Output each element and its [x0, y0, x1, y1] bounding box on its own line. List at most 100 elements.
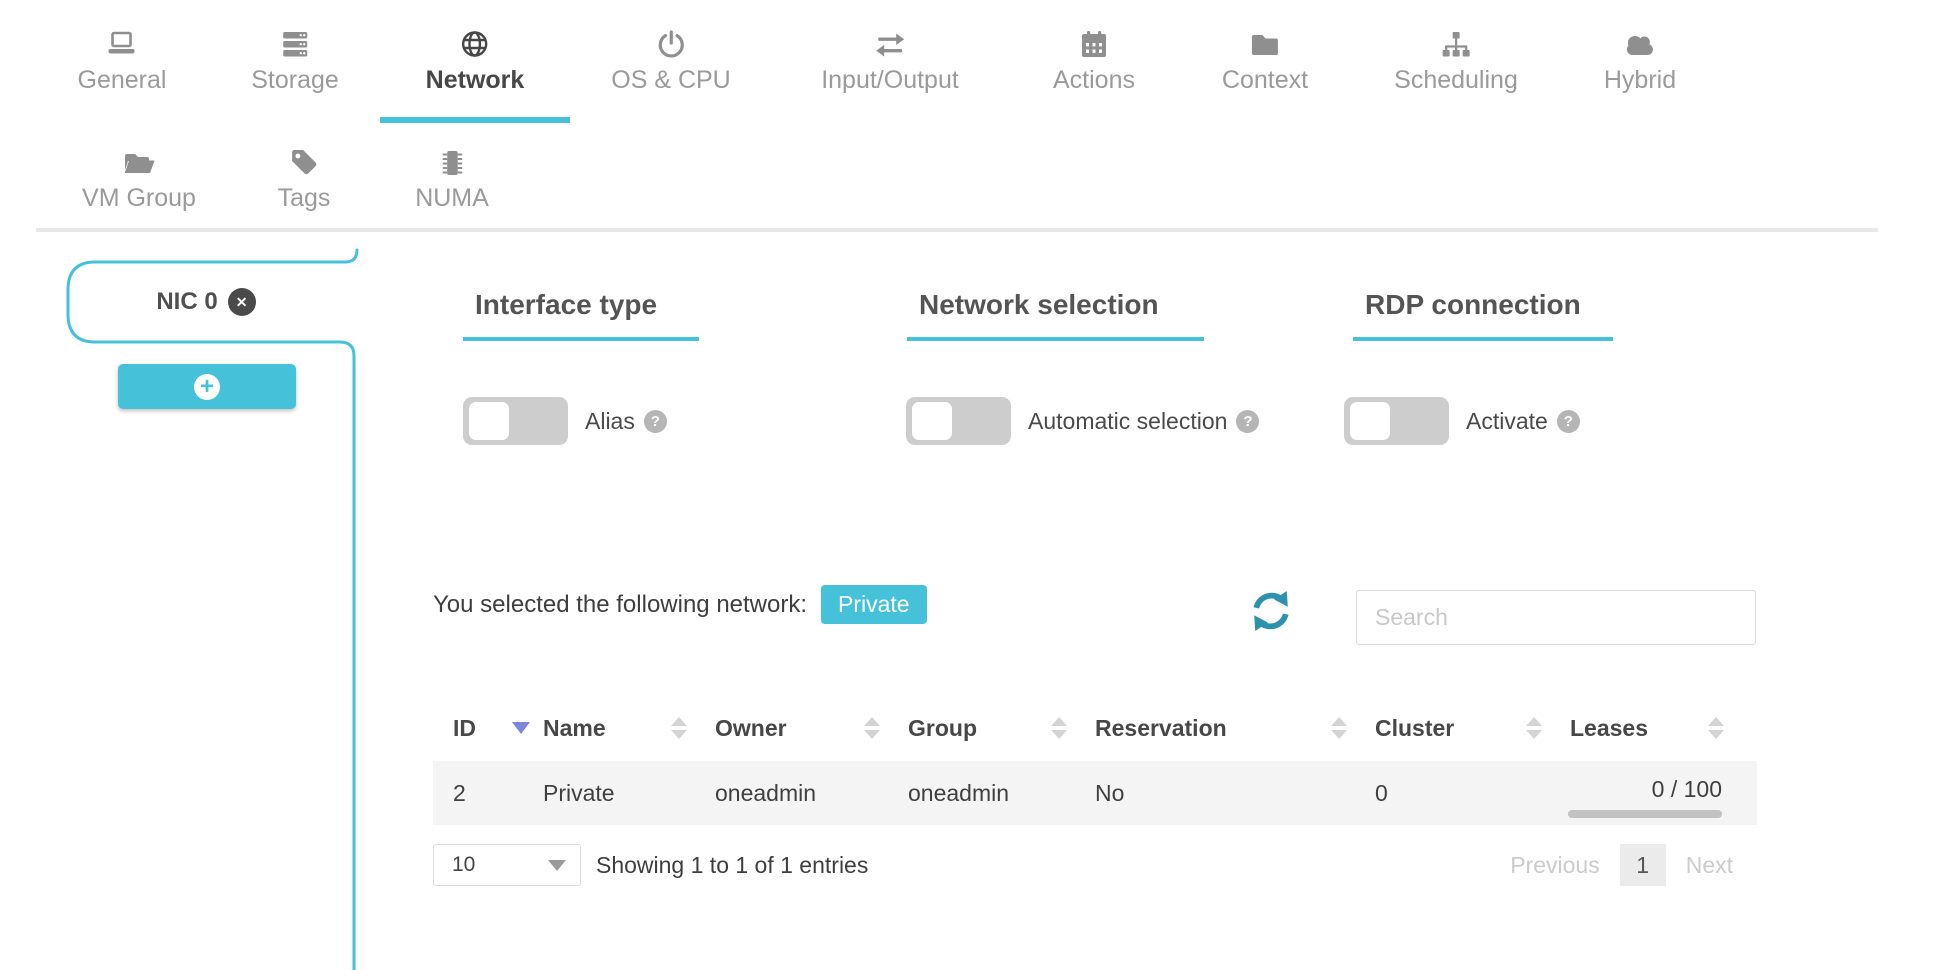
tab-os-cpu[interactable]: OS & CPU	[611, 26, 731, 95]
add-nic-button[interactable]: +	[118, 364, 296, 409]
network-selection-heading: Network selection	[907, 288, 1204, 341]
header-owner[interactable]: Owner	[715, 695, 908, 761]
sort-desc-icon	[512, 722, 530, 734]
plus-circle-icon: +	[194, 373, 220, 400]
cloud-icon	[1622, 26, 1658, 60]
alias-toggle-label: Alias	[585, 407, 635, 434]
automatic-selection-toggle[interactable]	[906, 397, 1011, 445]
sitemap-icon	[1439, 26, 1473, 60]
tab-label: Context	[1221, 66, 1309, 94]
next-page-button[interactable]: Next	[1686, 852, 1733, 879]
tab-label: Tags	[277, 184, 331, 212]
tab-context[interactable]: Context	[1222, 26, 1308, 95]
vnet-table: ID Name Owner Group Reservation Cluster	[433, 695, 1757, 887]
tab-tags[interactable]: Tags	[277, 144, 331, 213]
caret-down-icon	[548, 859, 566, 871]
sort-icon	[1331, 717, 1347, 739]
calendar-icon	[1079, 26, 1109, 60]
folder-icon	[1249, 26, 1281, 60]
sort-icon	[1051, 717, 1067, 739]
cell-owner: oneadmin	[715, 779, 817, 806]
tab-vm-group[interactable]: VM Group	[82, 144, 196, 213]
folder-open-icon	[122, 144, 156, 178]
alias-toggle-row: Alias ?	[463, 397, 667, 445]
search-input[interactable]	[1356, 590, 1756, 645]
tab-actions[interactable]: Actions	[1053, 26, 1135, 95]
header-group[interactable]: Group	[908, 695, 1095, 761]
server-icon	[279, 26, 311, 60]
header-id[interactable]: ID	[433, 695, 543, 761]
cell-id: 2	[453, 779, 466, 806]
tab-storage[interactable]: Storage	[251, 26, 339, 95]
microchip-icon	[437, 144, 467, 178]
refresh-icon[interactable]	[1250, 590, 1292, 632]
tab-input-output[interactable]: Input/Output	[821, 26, 959, 95]
tab-label: OS & CPU	[611, 66, 731, 94]
tab-label: Storage	[251, 66, 339, 94]
toggle-knob	[469, 402, 509, 440]
cell-name: Private	[543, 779, 615, 806]
tab-label: Scheduling	[1394, 66, 1518, 94]
header-leases[interactable]: Leases	[1570, 695, 1737, 761]
current-page-button[interactable]: 1	[1619, 844, 1666, 886]
tab-label: NUMA	[415, 184, 489, 212]
alias-toggle[interactable]	[463, 397, 568, 445]
tab-scheduling[interactable]: Scheduling	[1394, 26, 1518, 95]
toggle-knob	[1350, 402, 1390, 440]
interface-type-heading: Interface type	[463, 288, 699, 341]
leases-progress-bar	[1568, 810, 1722, 818]
showing-entries-text: Showing 1 to 1 of 1 entries	[596, 851, 869, 878]
nic-tab-0[interactable]: NIC 0 ✕	[72, 264, 340, 340]
selected-network-text: You selected the following network:	[433, 590, 808, 618]
tab-label: Network	[425, 66, 525, 94]
tab-hybrid[interactable]: Hybrid	[1604, 26, 1676, 95]
sort-icon	[864, 717, 880, 739]
question-circle-icon[interactable]: ?	[643, 409, 667, 433]
leases-value: 0 / 100	[1651, 776, 1722, 802]
header-name[interactable]: Name	[543, 695, 715, 761]
selected-network-badge: Private	[821, 585, 927, 624]
laptop-icon	[105, 26, 139, 60]
cell-group: oneadmin	[908, 779, 1010, 806]
cell-leases: 0 / 100	[1568, 761, 1737, 825]
vm-create-wizard-network-page: General Storage Network OS & CPU Input/O…	[0, 0, 1960, 970]
table-footer: 10 Showing 1 to 1 of 1 entries Previous …	[433, 843, 1757, 887]
active-tab-underline	[380, 117, 570, 123]
cell-cluster: 0	[1375, 779, 1388, 806]
header-cluster[interactable]: Cluster	[1375, 695, 1570, 761]
tabbar-divider	[36, 228, 1878, 232]
rdp-activate-toggle-label: Activate	[1466, 407, 1548, 434]
rdp-activate-toggle-row: Activate ?	[1344, 397, 1580, 445]
tag-icon	[289, 144, 319, 178]
sort-icon	[671, 717, 687, 739]
table-header-row: ID Name Owner Group Reservation Cluster	[433, 695, 1757, 761]
page-length-select[interactable]: 10	[433, 844, 581, 886]
table-row[interactable]: 2 Private oneadmin oneadmin No 0 0 / 100	[433, 761, 1757, 825]
tab-network[interactable]: Network	[425, 26, 525, 95]
pagination: Previous 1 Next	[1510, 844, 1733, 886]
sort-icon	[1708, 717, 1724, 739]
tab-label: VM Group	[82, 184, 196, 212]
question-circle-icon[interactable]: ?	[1556, 409, 1580, 433]
tab-label: General	[77, 66, 167, 94]
cell-reservation: No	[1095, 779, 1125, 806]
power-icon	[656, 26, 686, 60]
nic-tab-bracket	[66, 248, 359, 970]
question-circle-icon[interactable]: ?	[1236, 409, 1260, 433]
tab-numa[interactable]: NUMA	[415, 144, 489, 213]
previous-page-button[interactable]: Previous	[1510, 852, 1599, 879]
header-reservation[interactable]: Reservation	[1095, 695, 1375, 761]
rdp-connection-heading: RDP connection	[1353, 288, 1613, 341]
nic-tab-label: NIC 0	[156, 288, 218, 315]
automatic-selection-toggle-row: Automatic selection ?	[906, 397, 1260, 445]
rdp-activate-toggle[interactable]	[1344, 397, 1449, 445]
close-icon[interactable]: ✕	[227, 288, 256, 316]
toggle-knob	[912, 402, 952, 440]
tab-general[interactable]: General	[77, 26, 167, 95]
exchange-icon	[873, 26, 907, 60]
sort-icon	[1526, 717, 1542, 739]
tab-label: Actions	[1053, 66, 1135, 94]
tab-label: Hybrid	[1603, 66, 1677, 94]
tab-label: Input/Output	[821, 66, 959, 94]
selected-network-row: You selected the following network: Priv…	[433, 585, 927, 624]
